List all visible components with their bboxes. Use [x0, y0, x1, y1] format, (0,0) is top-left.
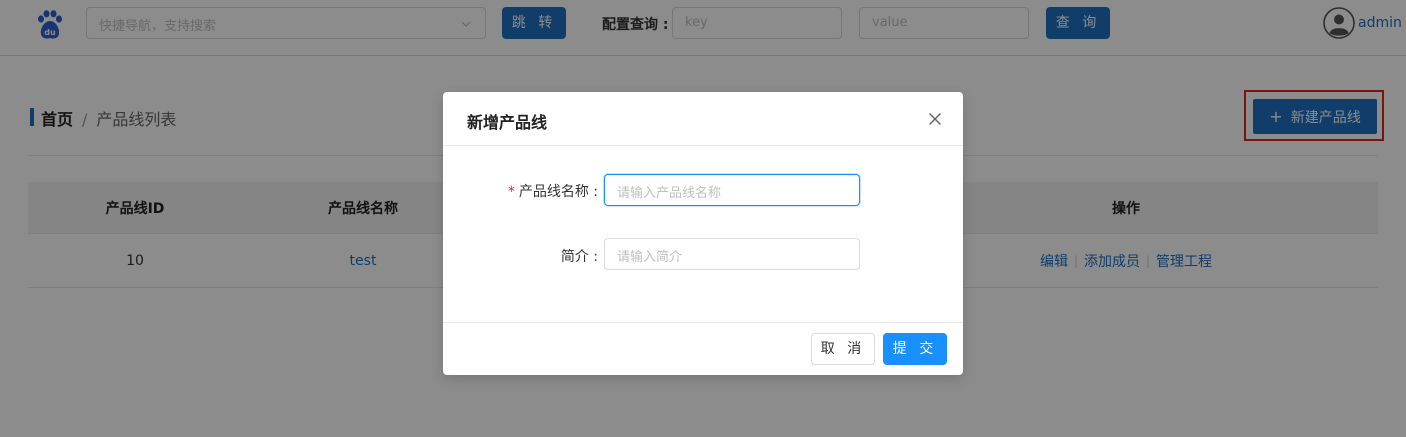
dialog-title: 新增产品线	[467, 113, 548, 132]
description-label: 简介 :	[560, 249, 598, 265]
dialog-header: 新增产品线	[443, 92, 963, 146]
product-line-name-input[interactable]: 请输入产品线名称	[604, 174, 860, 206]
cancel-button[interactable]: 取 消	[811, 333, 875, 365]
required-mark: *	[507, 184, 515, 200]
dialog-footer: 取 消 提 交	[443, 322, 963, 375]
product-line-name-placeholder: 请输入产品线名称	[617, 186, 722, 201]
new-product-line-dialog: 新增产品线 * 产品线名称 : 请输入产品线名称 简介 : 请输入简介 取 消 提…	[443, 92, 963, 375]
description-placeholder: 请输入简介	[617, 250, 683, 265]
description-input[interactable]: 请输入简介	[604, 238, 860, 270]
close-icon[interactable]	[927, 111, 943, 127]
product-line-name-label-text: 产品线名称 :	[518, 184, 598, 200]
product-line-name-label: * 产品线名称 :	[508, 181, 598, 201]
submit-button[interactable]: 提 交	[883, 333, 947, 365]
